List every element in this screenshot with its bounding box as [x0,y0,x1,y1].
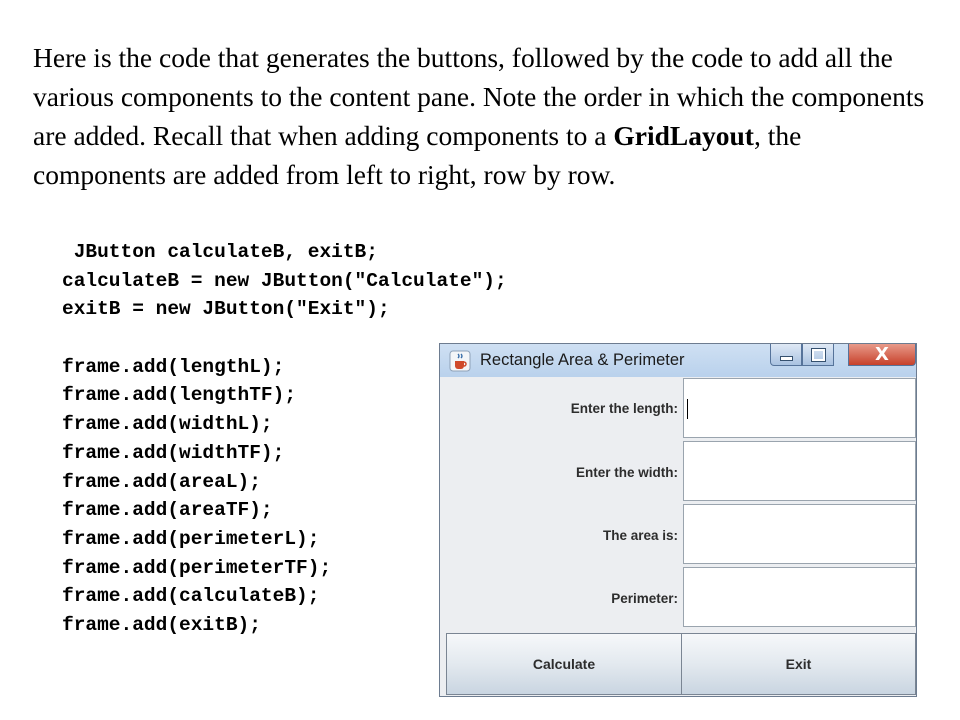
area-field[interactable] [683,504,916,564]
calculate-button[interactable]: Calculate [446,633,682,695]
perimeter-label: Perimeter: [611,590,678,606]
code-line: calculateB = new JButton("Calculate"); [62,269,507,292]
exit-button[interactable]: Exit [681,633,916,695]
code-line: exitB = new JButton("Exit"); [62,298,390,321]
window-title: Rectangle Area & Perimeter [480,351,685,369]
content-pane: Enter the length: Enter the width: The a… [446,377,916,695]
width-field[interactable] [683,441,916,501]
window-titlebar[interactable]: Rectangle Area & Perimeter X [440,344,916,377]
instruction-paragraph: Here is the code that generates the butt… [33,38,933,194]
close-icon: X [875,344,889,365]
maximize-button[interactable] [802,344,834,366]
java-cup-icon[interactable] [449,350,471,372]
code-line: JButton calculateB, exitB; [62,241,378,263]
close-button[interactable]: X [848,344,916,366]
length-label: Enter the length: [570,400,678,416]
gridlayout-term: GridLayout [613,120,754,151]
width-label: Enter the width: [576,464,678,480]
length-field[interactable] [683,378,916,438]
area-label: The area is: [602,527,678,543]
minimize-icon [779,356,793,361]
text-caret [687,399,688,419]
app-window: Rectangle Area & Perimeter X Enter the l… [439,343,917,697]
minimize-button[interactable] [770,344,802,366]
exit-label: Exit [785,656,812,672]
maximize-icon [810,347,826,362]
calculate-label: Calculate [532,656,596,672]
perimeter-field[interactable] [683,567,916,627]
